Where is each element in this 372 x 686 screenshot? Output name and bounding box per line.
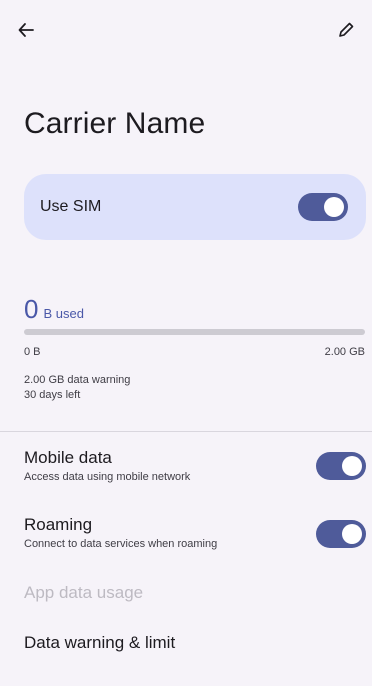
toggle-knob (324, 197, 344, 217)
roaming-toggle[interactable] (316, 520, 366, 548)
mobile-data-title[interactable]: Mobile data (24, 447, 112, 469)
mobile-data-toggle[interactable] (316, 452, 366, 480)
app-data-usage-item: App data usage (24, 583, 144, 602)
mobile-data-subtitle: Access data using mobile network (24, 471, 191, 483)
toggle-knob (342, 524, 362, 544)
data-warning-limit-item[interactable]: Data warning & limit (24, 632, 175, 654)
use-sim-toggle[interactable] (298, 193, 348, 221)
usage-max-label: 2.00 GB (324, 346, 365, 358)
section-divider (0, 431, 372, 432)
page-title: Carrier Name (24, 107, 206, 140)
usage-progress-bar (24, 329, 365, 335)
data-usage-summary: 0 B used (24, 292, 84, 326)
use-sim-card[interactable]: Use SIM (24, 174, 366, 240)
usage-unit-label: B used (43, 306, 84, 321)
data-warning-info: 2.00 GB data warning 30 days left (24, 373, 130, 403)
edit-pencil-icon[interactable] (330, 14, 362, 46)
roaming-title[interactable]: Roaming (24, 514, 92, 536)
roaming-subtitle: Connect to data services when roaming (24, 538, 218, 550)
toggle-knob (342, 456, 362, 476)
usage-amount: 0 (24, 294, 39, 324)
usage-min-label: 0 B (24, 346, 41, 358)
top-app-bar (0, 0, 372, 60)
days-left-text: 30 days left (24, 389, 81, 401)
use-sim-label: Use SIM (40, 198, 102, 215)
back-arrow-icon[interactable] (10, 14, 42, 46)
data-warning-text: 2.00 GB data warning (24, 374, 131, 386)
